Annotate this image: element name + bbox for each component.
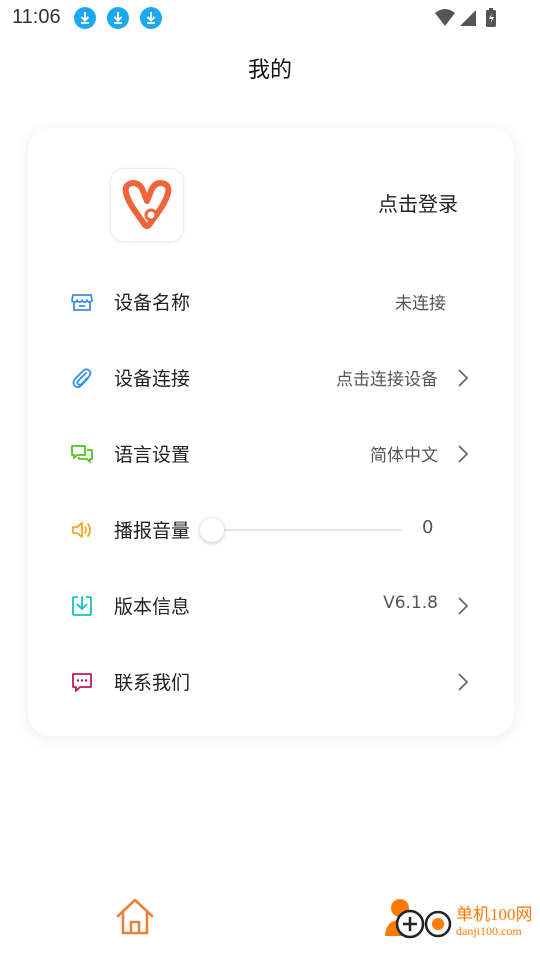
device-connect-row[interactable]: 设备连接 点击连接设备 xyxy=(28,354,514,402)
device-name-value: 未连接 xyxy=(395,294,446,314)
watermark: 单机100网 danji100.com xyxy=(386,900,540,944)
device-connect-value: 点击连接设备 xyxy=(336,370,438,390)
version-value: V6.1.8 xyxy=(383,593,438,613)
device-name-label: 设备名称 xyxy=(114,292,191,314)
device-name-row: 设备名称 未连接 xyxy=(28,278,514,326)
language-value: 简体中文 xyxy=(370,446,438,466)
chevron-right-icon xyxy=(458,673,469,691)
store-icon xyxy=(71,294,93,311)
chevron-right-icon xyxy=(458,445,469,463)
message-icon xyxy=(72,673,92,692)
language-row[interactable]: 语言设置 简体中文 xyxy=(28,430,514,478)
language-label: 语言设置 xyxy=(114,444,191,466)
speaker-icon xyxy=(72,522,91,538)
volume-value: 0 xyxy=(422,517,434,538)
status-bar: 11:06 xyxy=(0,0,540,36)
volume-slider-thumb[interactable] xyxy=(200,518,224,542)
volume-row: 播报音量 0 xyxy=(28,506,514,554)
paperclip-icon xyxy=(72,368,92,389)
download-box-icon xyxy=(72,596,92,616)
bottom-nav: 单机100网 danji100.com xyxy=(0,880,540,960)
chat-bubbles-icon xyxy=(71,445,93,463)
profile-card: 点击登录 设备名称 未连接 设备连接 点击连接设备 语言设置 简体中文 播报音量… xyxy=(28,128,514,736)
signal-icon xyxy=(460,10,476,26)
login-link[interactable]: 点击登录 xyxy=(378,188,458,217)
app-logo[interactable] xyxy=(110,168,184,242)
contact-row[interactable]: 联系我们 xyxy=(28,658,514,706)
app-logo-icon xyxy=(122,180,172,229)
page-title: 我的 xyxy=(247,58,292,83)
volume-slider-track[interactable] xyxy=(212,529,402,531)
download-icon xyxy=(74,7,96,29)
chevron-right-icon xyxy=(458,369,469,387)
wifi-icon xyxy=(435,9,455,26)
watermark-url: danji100.com xyxy=(456,924,522,938)
volume-label: 播报音量 xyxy=(114,520,191,542)
status-time: 11:06 xyxy=(12,6,61,28)
device-connect-label: 设备连接 xyxy=(114,368,191,390)
download-icon xyxy=(107,7,129,29)
chevron-right-icon xyxy=(458,597,469,615)
home-icon[interactable] xyxy=(114,896,156,938)
version-row[interactable]: 版本信息 V6.1.8 xyxy=(28,582,514,630)
download-icon xyxy=(140,7,162,29)
contact-label: 联系我们 xyxy=(114,672,191,694)
version-label: 版本信息 xyxy=(114,596,191,618)
watermark-title: 单机100网 xyxy=(456,905,533,924)
system-icons xyxy=(434,8,498,34)
watermark-logo-icon xyxy=(395,909,452,939)
